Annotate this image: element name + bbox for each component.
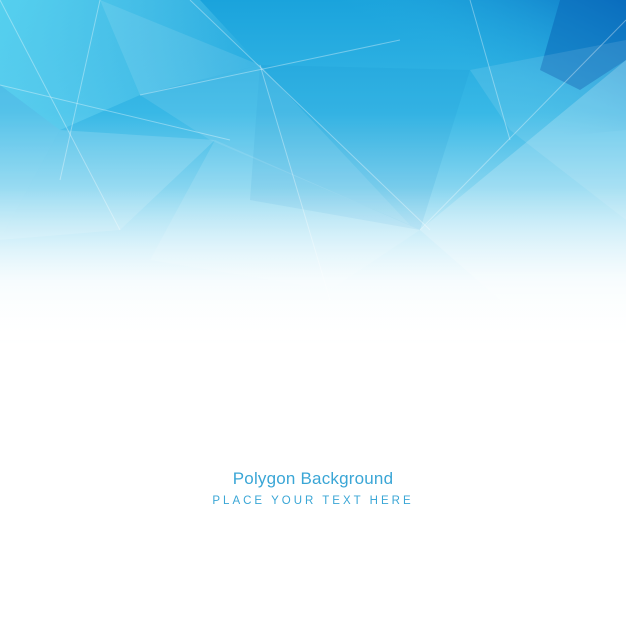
- polygon-background-canvas: Polygon Background PLACE YOUR TEXT HERE: [0, 0, 626, 626]
- artwork-subtitle: PLACE YOUR TEXT HERE: [212, 495, 414, 507]
- artwork-title: Polygon Background: [232, 469, 394, 488]
- polygon-background-graphic: [0, 0, 626, 626]
